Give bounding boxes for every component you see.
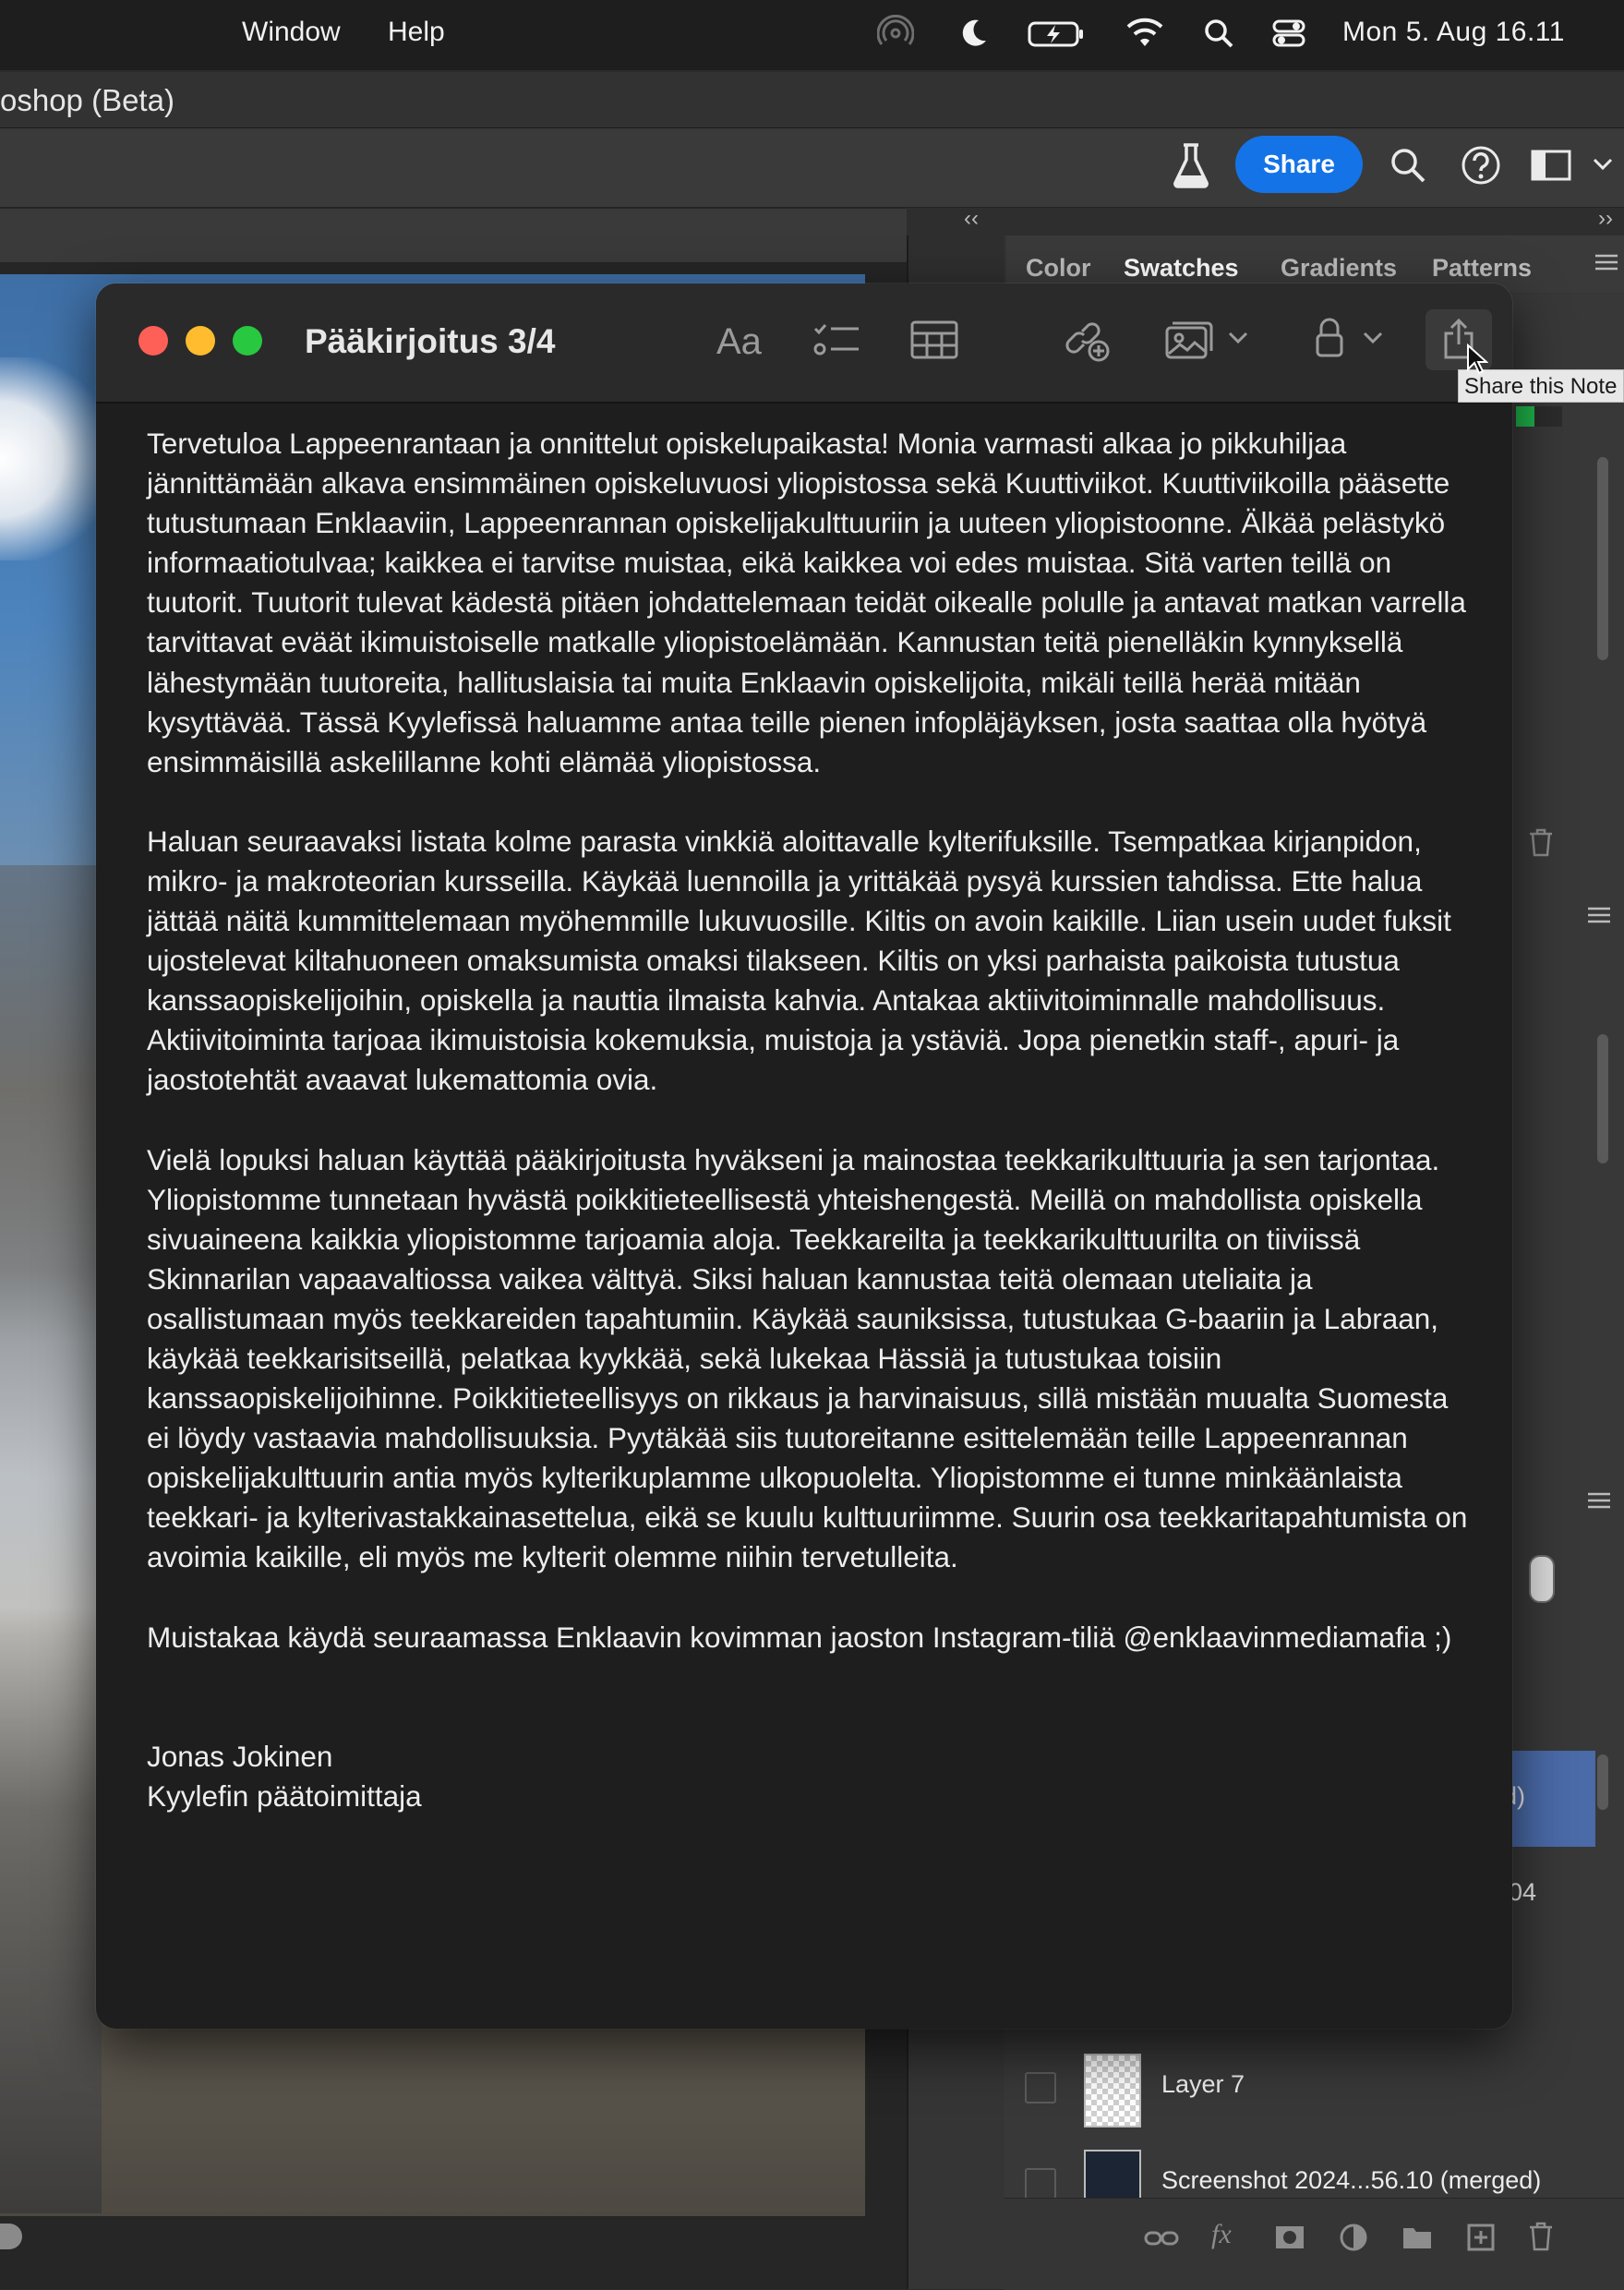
focus-moon-icon[interactable] (955, 15, 992, 52)
layer-row[interactable]: Layer 7 (1004, 2039, 1595, 2136)
tab-swatches[interactable]: Swatches (1124, 254, 1239, 283)
control-center-icon[interactable] (1270, 15, 1307, 52)
swatch-row[interactable] (1516, 406, 1562, 427)
tab-gradients[interactable]: Gradients (1281, 254, 1397, 283)
trash-icon[interactable] (1527, 2221, 1555, 2252)
new-layer-icon[interactable] (1466, 2223, 1496, 2252)
menu-bar: Window Help Mon 5. Aug 16.11 (0, 0, 1624, 70)
panel-scrollbar[interactable] (1597, 457, 1608, 660)
layer-thumbnail (1084, 2054, 1141, 2127)
collaborate-link-icon[interactable] (1064, 317, 1112, 363)
note-paragraph: Haluan seuraavaksi listata kolme parasta… (147, 824, 1451, 1097)
airdrop-icon[interactable] (877, 15, 914, 52)
chevron-down-icon[interactable] (1228, 331, 1248, 344)
checklist-icon[interactable] (812, 320, 860, 361)
layer-mask-icon[interactable] (1274, 2224, 1305, 2250)
tab-color[interactable]: Color (1026, 254, 1091, 283)
signature-role: Kyylefin päätoimittaja (147, 1778, 422, 1813)
table-icon[interactable] (910, 320, 958, 359)
menu-window[interactable]: Window (242, 17, 341, 48)
link-layers-icon[interactable] (1143, 2224, 1180, 2252)
photoshop-title-bar: oshop (Beta) (0, 72, 1624, 128)
note-paragraph: Tervetuloa Lappeenrantaan ja onnittelut … (147, 427, 1466, 778)
lock-icon[interactable] (1313, 317, 1346, 359)
panel-menu-icon[interactable] (1594, 250, 1619, 274)
notes-window: Pääkirjoitus 3/4 Aa Tervetuloa Lappeenra… (96, 283, 1512, 2029)
adjustment-layer-icon[interactable] (1339, 2223, 1368, 2252)
panel-scrollbar[interactable] (1597, 1034, 1608, 1163)
photoshop-window-title: oshop (Beta) (0, 83, 174, 117)
panel-scrollbar[interactable] (1597, 1754, 1608, 1810)
battery-charging-icon[interactable] (1027, 15, 1086, 52)
text-format-icon[interactable]: Aa (715, 319, 770, 363)
note-body[interactable]: Tervetuloa Lappeenrantaan ja onnittelut … (147, 424, 1476, 1816)
trash-icon[interactable] (1527, 827, 1555, 857)
chevron-down-icon[interactable] (1363, 331, 1383, 344)
note-paragraph: Muistakaa käydä seuraamassa Enklaavin ko… (147, 1620, 1452, 1654)
panel-collapse-bar[interactable]: ‹‹ ›› (907, 206, 1624, 235)
layer-name: 04 (1509, 1878, 1537, 1906)
menu-help[interactable]: Help (388, 17, 445, 48)
menubar-clock[interactable]: Mon 5. Aug 16.11 (1342, 17, 1565, 48)
panel-menu-icon[interactable] (1586, 1488, 1612, 1513)
opacity-slider-handle[interactable] (1529, 1555, 1555, 1603)
workspace-icon[interactable] (1531, 148, 1571, 183)
note-title: Pääkirjoitus 3/4 (305, 322, 556, 360)
help-icon[interactable] (1461, 145, 1501, 186)
media-icon[interactable] (1165, 320, 1213, 359)
folder-icon[interactable] (1401, 2224, 1433, 2250)
svg-text:Aa: Aa (716, 321, 763, 362)
layers-footer-toolbar: fx (1004, 2198, 1624, 2290)
photoshop-options-bar (0, 128, 1624, 208)
layer-visibility-checkbox[interactable] (1025, 2072, 1056, 2103)
notes-toolbar: Pääkirjoitus 3/4 Aa (96, 283, 1512, 404)
layer-name: Layer 7 (1161, 2070, 1245, 2098)
layer-visibility-checkbox[interactable] (1025, 2168, 1056, 2200)
beta-labs-flask-icon[interactable] (1171, 142, 1211, 188)
mouse-cursor-icon (1466, 344, 1488, 375)
share-button[interactable]: Share (1235, 136, 1363, 193)
wifi-icon[interactable] (1125, 15, 1165, 52)
spotlight-search-icon[interactable] (1200, 15, 1237, 52)
layer-name: Screenshot 2024...56.10 (merged) (1161, 2166, 1542, 2194)
zoom-window-button[interactable] (233, 326, 262, 356)
document-tab-strip (0, 209, 907, 263)
search-icon[interactable] (1389, 146, 1427, 185)
chevron-down-icon[interactable] (1592, 157, 1614, 172)
close-window-button[interactable] (138, 326, 168, 356)
signature-name: Jonas Jokinen (147, 1739, 333, 1773)
fx-icon[interactable]: fx (1211, 2219, 1232, 2250)
tab-patterns[interactable]: Patterns (1432, 254, 1532, 283)
panel-menu-icon[interactable] (1586, 903, 1612, 927)
minimize-window-button[interactable] (186, 326, 215, 356)
note-paragraph: Vielä lopuksi haluan käyttää pääkirjoitu… (147, 1142, 1468, 1574)
